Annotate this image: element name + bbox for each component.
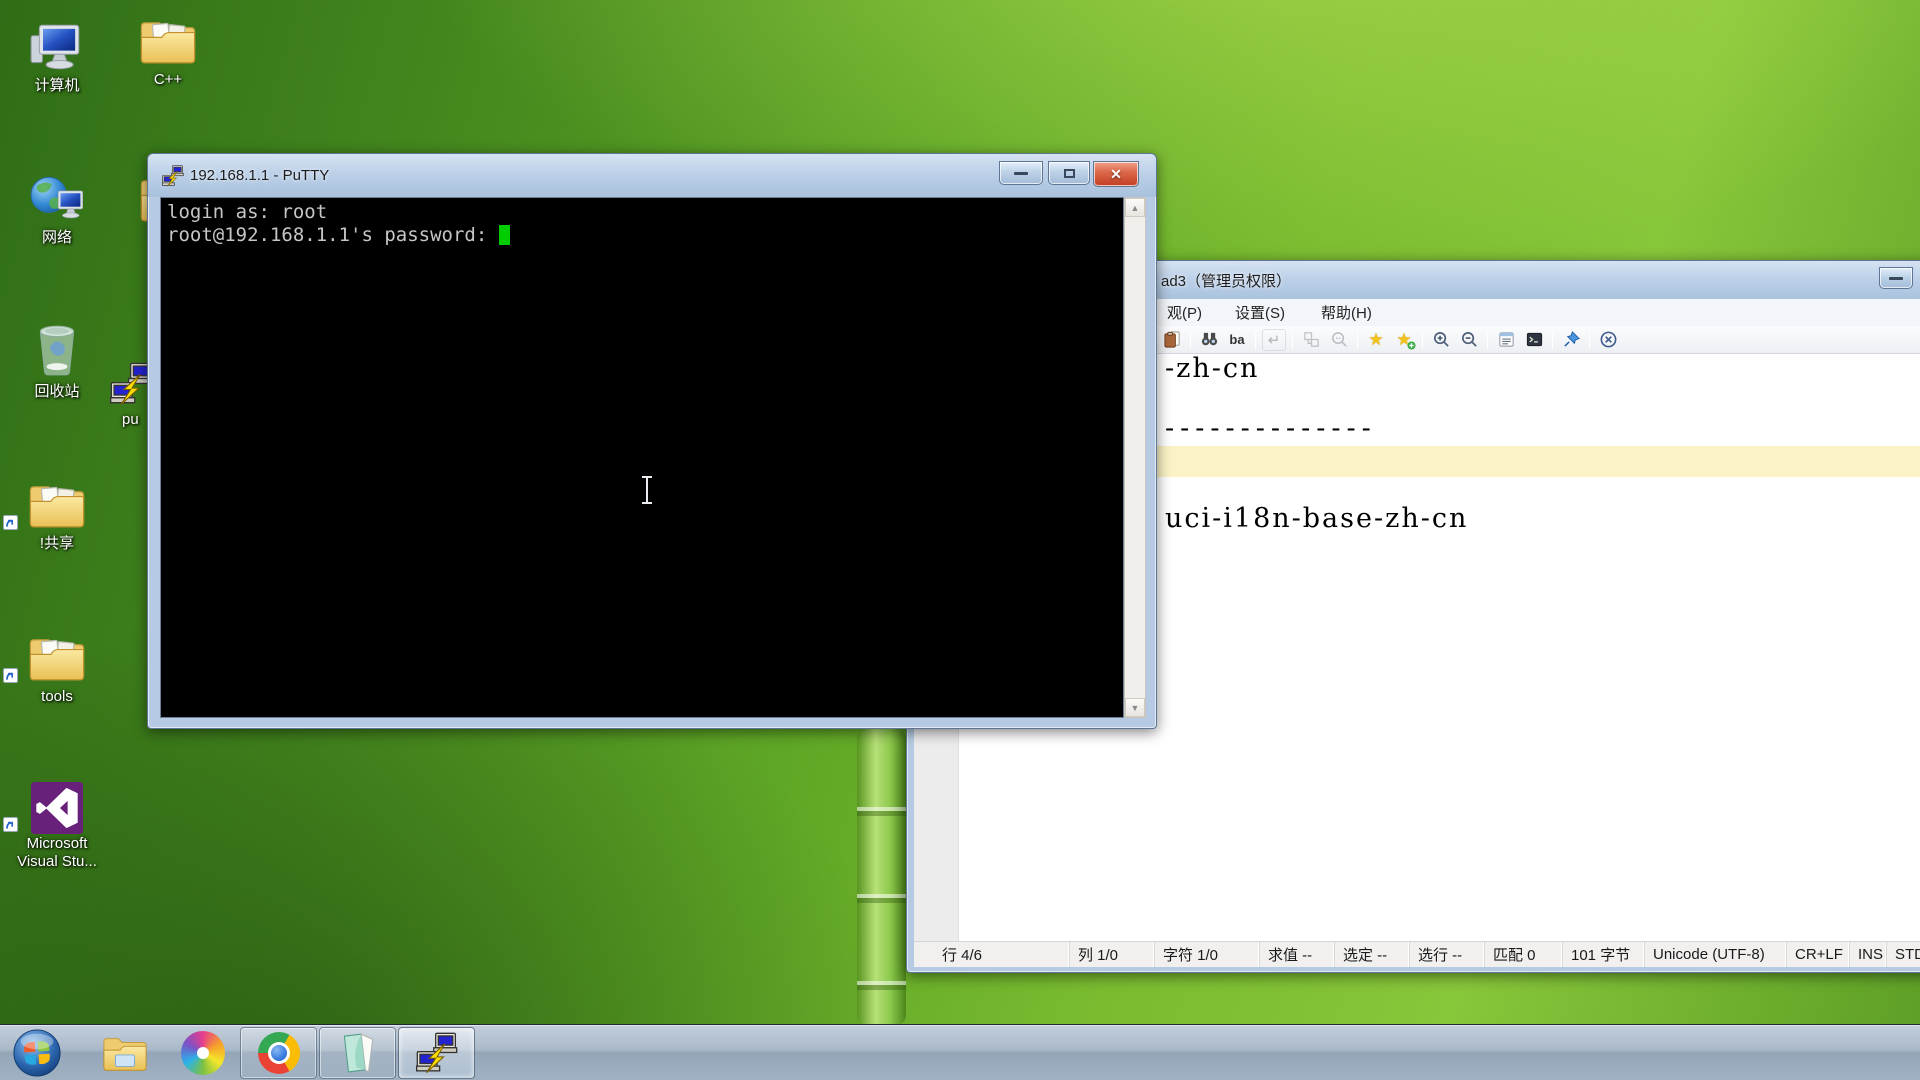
desktop-icon-label: C++ (111, 71, 225, 89)
terminal-line-1: login as: root (167, 201, 327, 223)
taskbar-browser-button[interactable] (164, 1027, 241, 1079)
putty-window-title: 192.168.1.1 - PuTTY (190, 167, 329, 184)
putty-titlebar[interactable]: 192.168.1.1 - PuTTY ✕ (148, 154, 1156, 197)
taskbar-chrome-button[interactable] (240, 1027, 317, 1079)
paste-icon[interactable] (1160, 329, 1184, 351)
windows-start-orb-icon (12, 1028, 62, 1078)
terminal-cursor (499, 225, 510, 245)
status-matches: 匹配 0 (1484, 942, 1562, 967)
find-icon[interactable] (1197, 329, 1221, 351)
desktop-icon-network[interactable]: 网络 (0, 166, 114, 247)
shortcut-arrow-icon (3, 817, 18, 832)
replace-icon[interactable]: ba (1225, 329, 1249, 351)
status-selchars: 选定 -- (1334, 942, 1409, 967)
status-bytes: 101 字节 (1562, 942, 1644, 967)
menu-settings[interactable]: 设置(S) (1226, 299, 1294, 326)
exit-icon[interactable] (1596, 329, 1620, 351)
taskbar-putty-button[interactable] (398, 1027, 475, 1079)
status-column: 列 1/0 (1069, 942, 1154, 967)
favorites-icon[interactable]: ★ (1364, 329, 1388, 351)
start-button[interactable] (8, 1027, 66, 1079)
recycle-bin-icon (0, 320, 114, 378)
desktop: 计算机 C++ 网络 回收站 pu !共享 tools (0, 0, 1920, 1080)
add-favorite-icon[interactable]: ★ (1392, 329, 1416, 351)
notepad3-minimize-button[interactable] (1879, 267, 1913, 289)
status-sellines: 选行 -- (1409, 942, 1484, 967)
putty-window: 192.168.1.1 - PuTTY ✕ login as: root roo… (147, 153, 1157, 729)
putty-window-icon (162, 165, 184, 187)
desktop-icon-label: !共享 (0, 535, 114, 553)
desktop-icon-computer[interactable]: 计算机 (0, 14, 114, 95)
putty-icon (416, 1032, 458, 1074)
folder-shortcut-icon (0, 625, 114, 683)
find-in-selection-icon[interactable] (1327, 329, 1351, 351)
network-icon (0, 166, 114, 224)
console-icon[interactable] (1522, 329, 1546, 351)
editor-line-6: uci-i18n-base-zh-cn (1165, 503, 1468, 534)
status-eol: CR+LF (1786, 942, 1849, 967)
visual-studio-icon (0, 772, 114, 830)
desktop-icon-label: 网络 (0, 229, 114, 247)
scheme-settings-icon[interactable] (1494, 329, 1518, 351)
shortcut-arrow-icon (3, 668, 18, 683)
bamboo-wallpaper-stalk (857, 729, 906, 1025)
terminal-line-2: root@192.168.1.1's password: (167, 224, 499, 246)
notepad3-statusbar: 行 4/6 列 1/0 字符 1/0 求值 -- 选定 -- 选行 -- 匹配 … (914, 941, 1920, 967)
putty-scrollbar[interactable]: ▲ ▼ (1124, 197, 1146, 718)
scroll-down-button[interactable]: ▼ (1125, 698, 1145, 717)
taskbar: ▲ 14:42 2020/6/28 (0, 1024, 1920, 1080)
desktop-icon-visual-studio[interactable]: MicrosoftVisual Stu... (0, 772, 114, 871)
menu-help[interactable]: 帮助(H) (1312, 299, 1381, 326)
status-eval: 求值 -- (1259, 942, 1334, 967)
scroll-up-button[interactable]: ▲ (1125, 198, 1145, 217)
status-char: 字符 1/0 (1154, 942, 1259, 967)
chrome-icon (258, 1032, 300, 1074)
ibeam-mouse-cursor (640, 476, 654, 504)
browser-swirl-icon (181, 1031, 225, 1075)
desktop-icon-tools[interactable]: tools (0, 625, 114, 706)
zoom-out-icon[interactable] (1457, 329, 1481, 351)
status-insert-mode: INS (1849, 942, 1886, 967)
menu-view[interactable]: 观(P) (1158, 299, 1211, 326)
desktop-icon-recycle-bin[interactable]: 回收站 (0, 320, 114, 401)
desktop-icon-label: MicrosoftVisual Stu... (0, 835, 114, 871)
status-std: STD (1886, 942, 1920, 967)
putty-terminal[interactable]: login as: root root@192.168.1.1's passwo… (160, 197, 1124, 718)
computer-icon (0, 14, 114, 72)
word-wrap-icon[interactable]: ↵ (1262, 329, 1286, 351)
zoom-in-icon[interactable] (1429, 329, 1453, 351)
desktop-icon-cpp[interactable]: C++ (111, 8, 225, 89)
desktop-icon-label: tools (0, 688, 114, 706)
status-line: 行 4/6 (934, 942, 1069, 967)
folder-shortcut-icon (0, 472, 114, 530)
folder-icon (111, 8, 225, 66)
desktop-icon-label: 计算机 (0, 77, 114, 95)
putty-close-button[interactable]: ✕ (1093, 161, 1139, 187)
putty-minimize-button[interactable] (999, 161, 1043, 185)
notepad3-icon (337, 1032, 379, 1074)
notepad3-window-title: ad3（管理员权限） (1161, 270, 1291, 291)
desktop-icon-label: 回收站 (0, 383, 114, 401)
putty-maximize-button[interactable] (1048, 161, 1090, 185)
taskbar-explorer-button[interactable] (86, 1027, 163, 1079)
editor-line-3: -------------- (1165, 413, 1377, 444)
copy-add-icon[interactable] (1299, 329, 1323, 351)
status-encoding: Unicode (UTF-8) (1644, 942, 1786, 967)
desktop-icon-share[interactable]: !共享 (0, 472, 114, 553)
pin-icon[interactable] (1559, 329, 1583, 351)
taskbar-notepad3-button[interactable] (319, 1027, 396, 1079)
editor-line-1: -zh-cn (1165, 354, 1259, 384)
file-explorer-icon (102, 1033, 148, 1073)
shortcut-arrow-icon (3, 515, 18, 530)
